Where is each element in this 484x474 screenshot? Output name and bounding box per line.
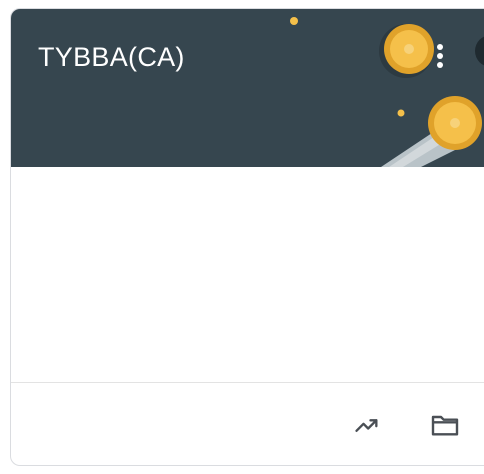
open-class-folder-button[interactable]: [425, 405, 465, 445]
more-options-button[interactable]: [427, 39, 453, 75]
card-body: [11, 167, 484, 382]
class-card[interactable]: TYBBA(CA): [10, 8, 484, 466]
sparkle-dot: [397, 109, 405, 117]
folder-icon: [431, 415, 459, 436]
trending-up-icon: [355, 419, 378, 432]
card-footer: [11, 383, 484, 465]
class-title-link[interactable]: TYBBA(CA): [38, 42, 185, 73]
card-banner: TYBBA(CA): [11, 9, 484, 167]
coin-illustration: [379, 24, 434, 78]
open-gradebook-button[interactable]: [347, 405, 387, 445]
more-vert-icon: [437, 44, 443, 68]
coin-illustration: [428, 96, 482, 150]
sparkle-dot: [290, 17, 298, 25]
banner-illustration: [290, 17, 484, 167]
